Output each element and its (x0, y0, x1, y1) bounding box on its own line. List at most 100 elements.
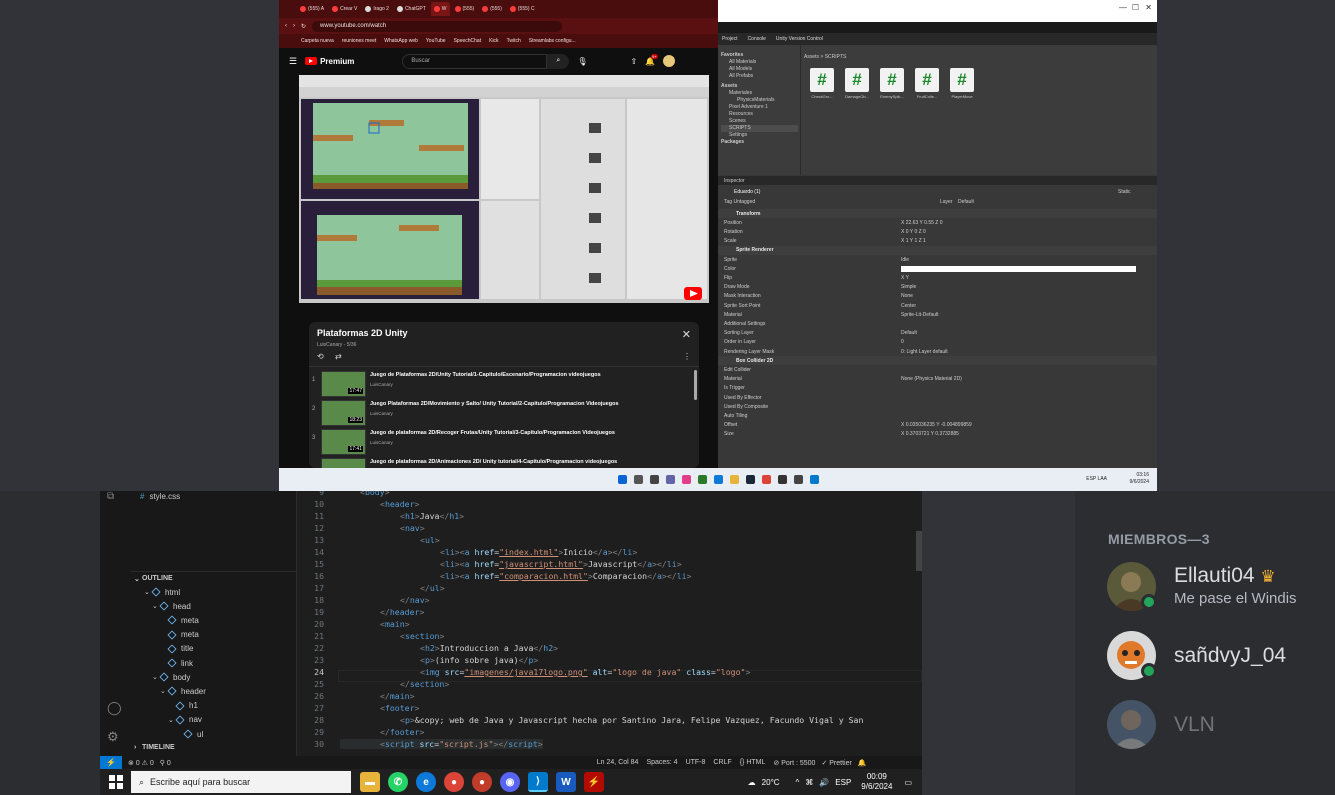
clock[interactable]: 00:09 9/6/2024 (861, 772, 892, 792)
bookmark[interactable]: Kick (489, 38, 498, 44)
steam-icon[interactable] (745, 475, 755, 484)
tab-project[interactable]: Project (722, 36, 738, 42)
outline-item[interactable]: h1 (130, 699, 297, 713)
chrome-icon[interactable]: ● (444, 772, 464, 792)
timeline-header[interactable]: › TIMELINE (130, 740, 297, 754)
field-value[interactable]: Sprite-Lit-Default (901, 312, 939, 318)
script-asset[interactable]: # PlayerMove (948, 68, 976, 99)
script-asset[interactable]: # EnemySpik... (878, 68, 906, 99)
field-value[interactable]: X 22.63 Y 0.55 Z 0 (901, 220, 943, 226)
taskbar-search[interactable]: ⌕ Escribe aquí para buscar (131, 771, 351, 793)
tree-item[interactable]: Favorites (721, 52, 798, 59)
chrome-profile-icon[interactable]: ● (472, 772, 492, 792)
inspector-field[interactable]: Auto Tiling (718, 411, 1157, 420)
task-view-icon[interactable] (649, 475, 659, 484)
tree-item[interactable]: Resources (721, 111, 798, 118)
script-asset[interactable]: # FruitColle... (913, 68, 941, 99)
inspector-field[interactable]: Sprite Sort Point Center (718, 301, 1157, 310)
tree-item[interactable]: All Prefabs (721, 73, 798, 80)
code-editor[interactable]: 9 10 11 12 13 14 15 16 17 18 19 20 21 22 23 24 25 26 27 28 2… (298, 491, 922, 756)
member-item[interactable]: Ellauti04 ♛ Me pase el Windis (1107, 562, 1335, 614)
browser-tab-active[interactable]: W (430, 2, 450, 16)
component-header[interactable]: Box Collider 2D (718, 356, 1157, 366)
outline-item[interactable]: ul (130, 727, 297, 741)
member-item[interactable]: sañdvyJ_04 (1107, 631, 1335, 683)
live-server-port[interactable]: ⊘ Port : 5500 (773, 759, 815, 767)
tree-item[interactable]: Scenes (721, 118, 798, 125)
network-icon[interactable]: ⌘ (805, 778, 813, 787)
inspector-field[interactable]: Color (718, 264, 1157, 273)
file-explorer-icon[interactable]: ▬ (360, 772, 380, 792)
field-value[interactable]: X 1 Y 1 Z 1 (901, 238, 926, 244)
inspector-field[interactable]: Used By Effector (718, 393, 1157, 402)
browser-tab[interactable]: (555) A (297, 2, 327, 16)
outline-item[interactable]: meta (130, 613, 297, 627)
inspector-field[interactable]: Rotation X 0 Y 0 Z 0 (718, 227, 1157, 236)
component-header[interactable]: Sprite Renderer (718, 245, 1157, 255)
scrollbar[interactable] (916, 531, 922, 571)
tree-item[interactable]: Pixel Adventure 1 (721, 104, 798, 111)
field-value[interactable]: Default (901, 330, 917, 336)
layer-dropdown[interactable]: Default (958, 199, 974, 205)
inspector-tab[interactable]: Inspector (718, 176, 1157, 185)
end-of-line[interactable]: CRLF (713, 759, 731, 766)
outline-item[interactable]: ⌄ html (130, 585, 297, 599)
weather-temp[interactable]: 20°C (762, 778, 780, 787)
inspector-field[interactable]: Mask Interaction None (718, 292, 1157, 301)
field-value[interactable]: X 0 Y 0 Z 0 (901, 229, 926, 235)
app-icon[interactable] (681, 475, 691, 484)
playlist-item[interactable]: 3 17:41 Juego de plataformas 2D/Recoger … (309, 427, 699, 457)
minimize-icon[interactable]: — (1119, 3, 1127, 12)
start-button[interactable] (108, 774, 124, 790)
explorer-icon[interactable]: ⧉ (107, 491, 114, 502)
video-player[interactable] (299, 75, 709, 303)
explorer-icon[interactable] (729, 475, 739, 484)
inspector-field[interactable]: Additional Settings (718, 319, 1157, 328)
bell-icon[interactable]: 🔔 (858, 759, 867, 767)
inspector-field[interactable]: Position X 22.63 Y 0.55 Z 0 (718, 218, 1157, 227)
inspector-field[interactable]: Material Sprite-Lit-Default (718, 310, 1157, 319)
volume-icon[interactable]: 🔊 (819, 778, 829, 787)
tree-item[interactable]: Settings (721, 132, 798, 139)
edge-icon[interactable]: e (416, 772, 436, 792)
vscode-icon[interactable]: ⟩ (528, 772, 548, 792)
bookmark[interactable]: YouTube (426, 38, 446, 44)
encoding[interactable]: UTF-8 (686, 759, 706, 766)
browser-tab[interactable]: Crear V (329, 2, 360, 16)
browser-tab[interactable]: Irago 2 (362, 2, 392, 16)
inspector-field[interactable]: Offset X 0.035036235 Y -0.004899859 (718, 421, 1157, 430)
outline-item[interactable]: link (130, 656, 297, 670)
inspector-field[interactable]: Edit Collider (718, 365, 1157, 374)
bookmark[interactable]: SpeechChat (454, 38, 482, 44)
inspector-field[interactable]: Order in Layer 0 (718, 338, 1157, 347)
file-item[interactable]: # style.css (130, 491, 297, 503)
field-value[interactable]: 0: Light Layer default (901, 349, 948, 355)
indentation[interactable]: Spaces: 4 (646, 759, 677, 766)
tree-item[interactable]: PhysicsMaterials (721, 97, 798, 104)
inspector-field[interactable]: Material None (Physics Material 2D) (718, 375, 1157, 384)
field-value[interactable]: None (901, 293, 913, 299)
outline-item[interactable]: ⌄ head (130, 599, 297, 613)
prettier-status[interactable]: ✓ Prettier (821, 759, 851, 767)
inspector-field[interactable]: Used By Composite (718, 402, 1157, 411)
outline-item[interactable]: title (130, 642, 297, 656)
weather-icon[interactable]: ☁ (748, 778, 756, 787)
field-value[interactable]: Simple (901, 284, 916, 290)
menu-icon[interactable]: ☰ (289, 56, 297, 67)
field-value[interactable]: Center (901, 303, 916, 309)
bookmark[interactable]: reuniones meet (342, 38, 376, 44)
inspector-field[interactable]: Scale X 1 Y 1 Z 1 (718, 237, 1157, 246)
scrollbar[interactable] (694, 370, 697, 400)
close-icon[interactable]: ✕ (682, 328, 691, 341)
playlist-item[interactable]: Juego de plataformas 2D/Animaciones 2D/ … (309, 456, 699, 468)
discord-icon[interactable]: ◉ (500, 772, 520, 792)
word-icon[interactable]: W (556, 772, 576, 792)
inspector-field[interactable]: Flip X Y (718, 273, 1157, 282)
inspector-field[interactable]: Sprite Idle (718, 255, 1157, 264)
chrome-icon[interactable] (761, 475, 771, 484)
inspector-field[interactable]: Sorting Layer Default (718, 329, 1157, 338)
inspector-field[interactable]: Draw Mode Simple (718, 283, 1157, 292)
tree-item-selected[interactable]: SCRIPTS (721, 125, 798, 132)
field-value[interactable]: None (Physics Material 2D) (901, 376, 962, 382)
tag-dropdown[interactable]: Untagged (733, 199, 755, 205)
